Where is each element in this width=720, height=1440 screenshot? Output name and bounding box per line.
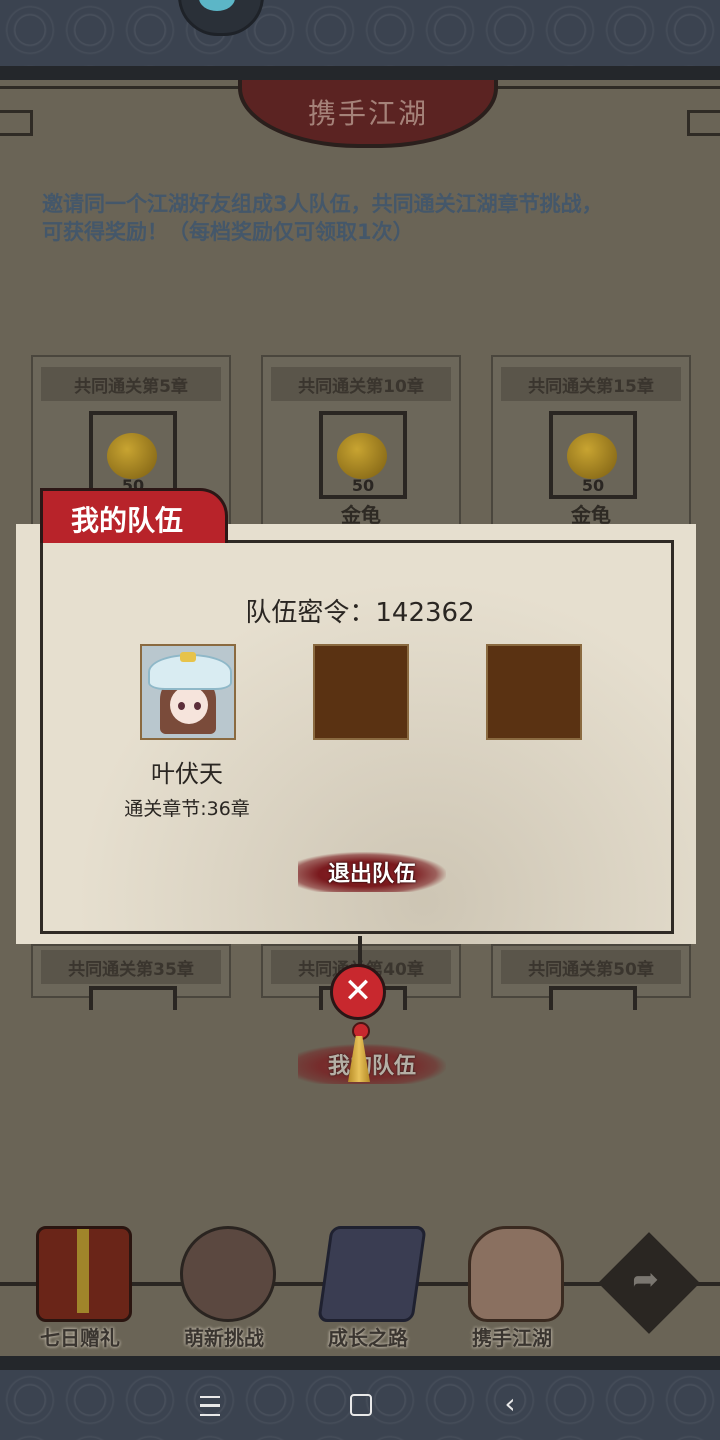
reward-chapter-label: 共同通关第35章 — [41, 950, 221, 984]
back-icon[interactable]: ‹ — [490, 1384, 530, 1424]
leave-team-button-label: 退出队伍 — [327, 862, 416, 887]
top-divider — [0, 66, 720, 80]
reward-item-slot: 50 — [89, 411, 177, 499]
reward-card[interactable]: 共同通关第35章 — [31, 944, 231, 1010]
empty-member-slot[interactable] — [486, 644, 582, 740]
reward-quantity: 50 — [581, 476, 605, 495]
hero-hat-ornament — [180, 652, 196, 662]
nav-label: 携手江湖 — [472, 1326, 552, 1350]
member-chapter-progress: 通关章节:36章 — [124, 798, 250, 820]
frame-corner-left — [0, 110, 33, 136]
home-icon[interactable] — [340, 1384, 380, 1424]
hero-avatar-face — [170, 686, 208, 724]
reward-card[interactable]: 共同通关第50章 — [491, 944, 691, 1010]
nav-newbie-challenge[interactable]: 萌新挑战 — [164, 1226, 284, 1350]
nav-label: 七日赠礼 — [40, 1326, 120, 1350]
gold-gourd-icon — [107, 433, 157, 479]
reward-card[interactable]: 共同通关第15章 50 金龟 — [491, 355, 691, 539]
intro-line-1: 邀请同一个江湖好友组成3人队伍，共同通关江湖章节挑战， — [42, 192, 603, 216]
leave-team-button[interactable]: 退出队伍 — [298, 852, 446, 892]
member-name: 叶伏天 — [151, 760, 223, 788]
reward-quantity: 50 — [351, 476, 375, 495]
intro-text: 邀请同一个江湖好友组成3人队伍，共同通关江湖章节挑战， 可获得奖励！（每档奖励仅… — [42, 190, 682, 246]
reward-item-slot — [89, 986, 177, 1010]
team-code-label: 队伍密令： — [245, 598, 376, 628]
home-square — [350, 1394, 372, 1416]
intro-line-2: 可获得奖励！（每档奖励仅可领取1次） — [42, 220, 414, 244]
dialog-title: 我的队伍 — [71, 504, 184, 537]
hero-eye — [194, 702, 201, 710]
dialog-title-tab: 我的队伍 — [40, 488, 228, 543]
close-dialog-control[interactable]: ✕ — [330, 936, 390, 1090]
reward-chapter-label: 共同通关第50章 — [501, 950, 681, 984]
nav-label: 萌新挑战 — [184, 1326, 264, 1350]
empty-member-slot[interactable] — [313, 644, 409, 740]
close-icon[interactable]: ✕ — [330, 964, 386, 1020]
close-cord — [358, 936, 362, 966]
page-title: 携手江湖 — [307, 97, 428, 130]
team-code-line: 队伍密令：142362 — [0, 592, 720, 629]
girl-portrait-icon — [180, 1226, 276, 1322]
book-icon — [317, 1226, 427, 1322]
top-avatar-icon[interactable] — [178, 0, 264, 36]
reward-item-slot: 50 — [549, 411, 637, 499]
gold-gourd-icon — [567, 433, 617, 479]
share-arrow-icon: ➦ — [632, 1261, 659, 1298]
team-member-slot[interactable] — [140, 644, 236, 740]
nav-team-jianghu[interactable]: 携手江湖 — [452, 1226, 572, 1350]
reward-item-slot: 50 — [319, 411, 407, 499]
reward-chapter-label: 共同通关第5章 — [41, 367, 221, 401]
gift-box-icon — [36, 1226, 132, 1322]
tassel-icon — [348, 1036, 370, 1082]
gold-gourd-icon — [337, 433, 387, 479]
bottom-divider — [0, 1356, 720, 1370]
reward-card[interactable]: 共同通关第10章 50 金龟 — [261, 355, 461, 539]
nav-label: 成长之路 — [328, 1326, 408, 1350]
nav-seven-day-gift[interactable]: 七日赠礼 — [20, 1226, 140, 1350]
hero-eye — [178, 702, 185, 710]
menu-bars — [200, 1396, 220, 1416]
top-banner — [0, 0, 720, 66]
menu-icon[interactable] — [190, 1384, 230, 1424]
reward-chapter-label: 共同通关第15章 — [501, 367, 681, 401]
fish-icon — [199, 0, 235, 11]
frame-corner-right — [687, 110, 720, 136]
system-navigation-bar: ‹ — [0, 1370, 720, 1440]
reward-chapter-label: 共同通关第10章 — [271, 367, 451, 401]
reward-item-slot — [549, 986, 637, 1010]
team-code-value: 142362 — [375, 598, 475, 628]
handshake-icon — [468, 1226, 564, 1322]
nav-growth-path[interactable]: 成长之路 — [308, 1226, 428, 1350]
